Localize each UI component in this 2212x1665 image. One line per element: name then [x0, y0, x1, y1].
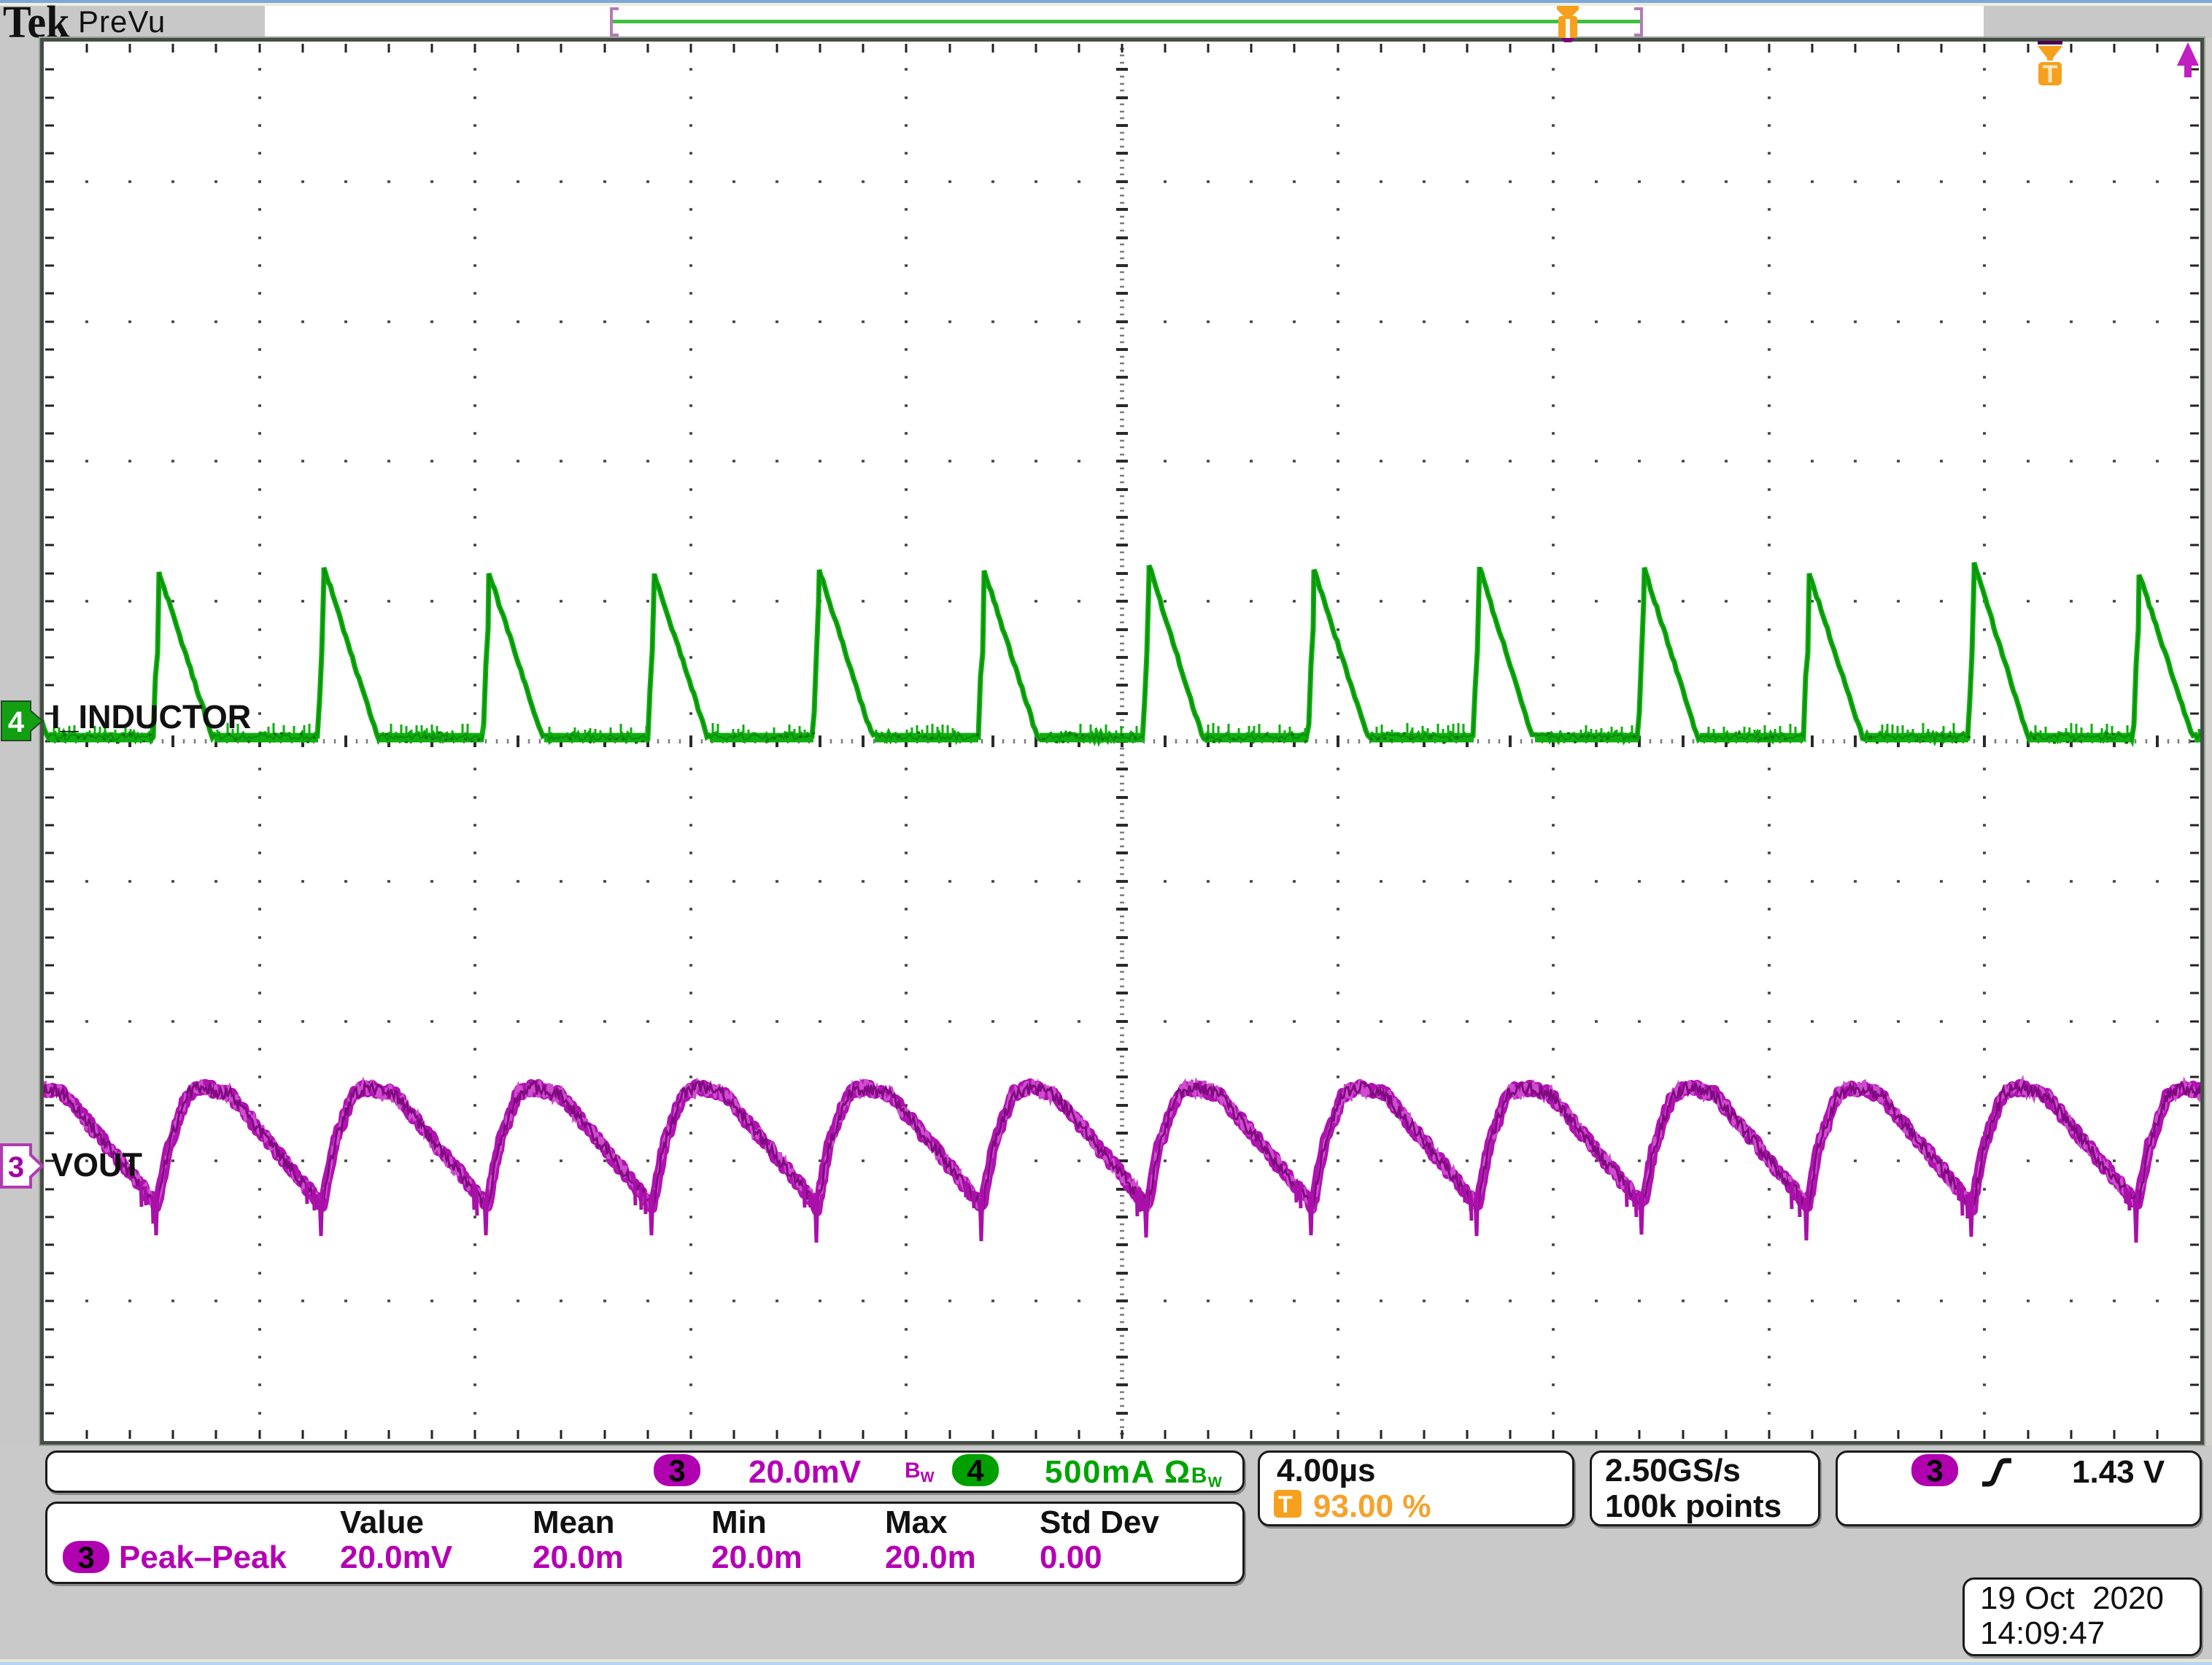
svg-text:4: 4	[8, 706, 25, 738]
svg-text:3: 3	[8, 1151, 24, 1183]
svg-text:T: T	[2043, 61, 2058, 88]
